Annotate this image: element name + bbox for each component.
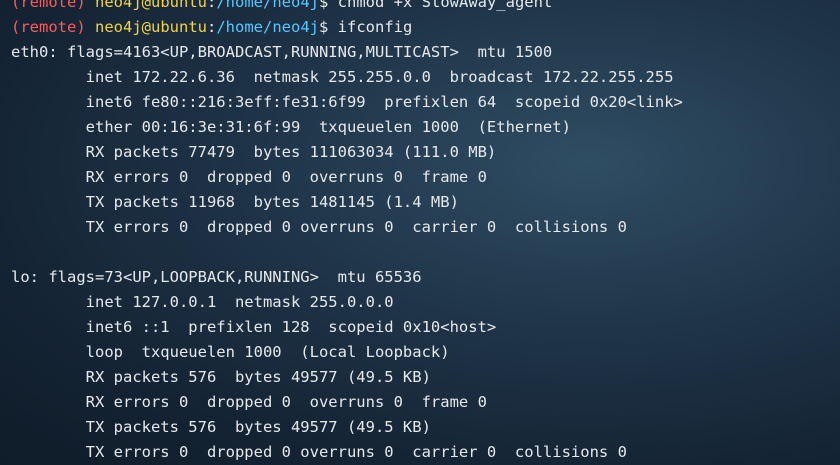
output-line: RX errors 0 dropped 0 overruns 0 frame 0 xyxy=(11,168,487,186)
output-line: TX errors 0 dropped 0 overruns 0 carrier… xyxy=(11,443,627,461)
output-line: inet6 ::1 prefixlen 128 scopeid 0x10<hos… xyxy=(11,318,497,336)
terminal-window[interactable]: (remote) neo4j@ubuntu:/home/neo4j$ chmod… xyxy=(0,0,840,465)
output-line: ether 00:16:3e:31:6f:99 txqueuelen 1000 … xyxy=(11,118,571,136)
output-line: inet6 fe80::216:3eff:fe31:6f99 prefixlen… xyxy=(11,93,683,111)
output-line: RX packets 77479 bytes 111063034 (111.0 … xyxy=(11,143,497,161)
prompt-sign: $ xyxy=(318,0,329,11)
output-line: TX packets 11968 bytes 1481145 (1.4 MB) xyxy=(11,193,459,211)
output-line: RX packets 576 bytes 49577 (49.5 KB) xyxy=(11,368,431,386)
output-line: RX errors 0 dropped 0 overruns 0 frame 0 xyxy=(11,393,487,411)
output-line: inet 172.22.6.36 netmask 255.255.0.0 bro… xyxy=(11,68,674,86)
prompt-path: /home/neo4j xyxy=(216,18,319,36)
output-line: eth0: flags=4163<UP,BROADCAST,RUNNING,MU… xyxy=(11,43,553,61)
output-line: loop txqueuelen 1000 (Local Loopback) xyxy=(11,343,450,361)
prompt-env: (remote) xyxy=(11,18,86,36)
output-line: lo: flags=73<UP,LOOPBACK,RUNNING> mtu 65… xyxy=(11,268,422,286)
output-line: TX packets 576 bytes 49577 (49.5 KB) xyxy=(11,418,431,436)
output-line: TX errors 0 dropped 0 overruns 0 carrier… xyxy=(11,218,627,236)
prompt-command: ifconfig xyxy=(337,18,413,36)
prompt-env: (remote) xyxy=(11,0,86,11)
prompt-line: (remote) neo4j@ubuntu:/home/neo4j$ ifcon… xyxy=(11,18,413,36)
terminal-output: (remote) neo4j@ubuntu:/home/neo4j$ chmod… xyxy=(11,0,683,465)
prompt-command: chmod +x StowAway_agent xyxy=(337,0,553,11)
prompt-user-host: neo4j@ubuntu xyxy=(95,18,207,36)
prompt-user-host: neo4j@ubuntu xyxy=(95,0,207,11)
prompt-path: /home/neo4j xyxy=(216,0,319,11)
prompt-line-previous: (remote) neo4j@ubuntu:/home/neo4j$ chmod… xyxy=(11,0,683,15)
output-line: inet 127.0.0.1 netmask 255.0.0.0 xyxy=(11,293,394,311)
prompt-sign: $ xyxy=(318,18,329,36)
